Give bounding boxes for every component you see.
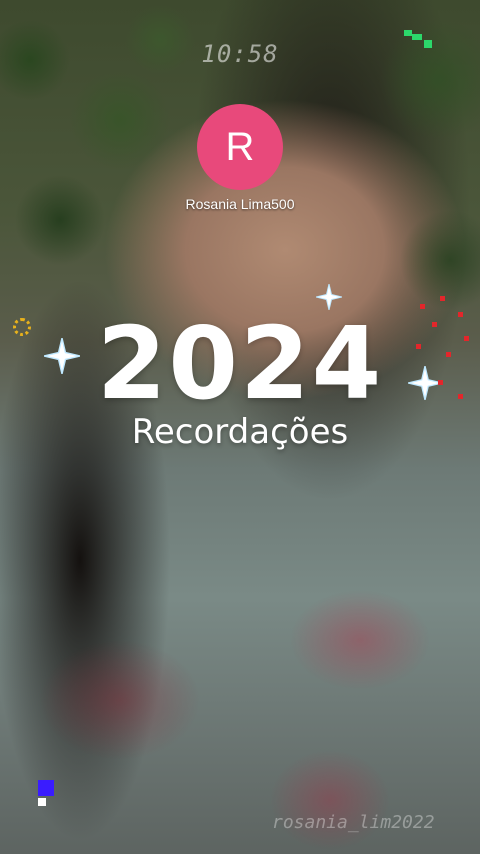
watermark-text: rosania_lim2022 [272, 812, 435, 833]
year-title: 2024 [96, 305, 384, 422]
status-time: 10:58 [201, 40, 279, 68]
profile-name[interactable]: Rosania Lima500 [0, 196, 480, 212]
profile-avatar[interactable]: R [197, 104, 283, 190]
memories-subtitle: Recordações [131, 412, 349, 452]
avatar-initial: R [225, 124, 255, 169]
